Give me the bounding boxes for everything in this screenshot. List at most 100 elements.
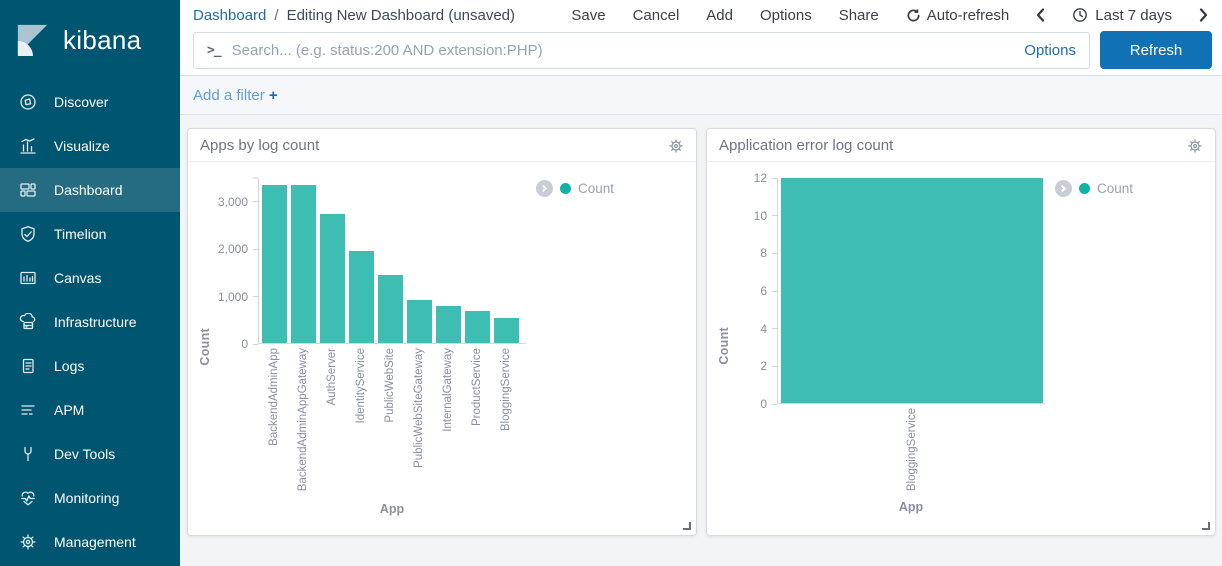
sidebar-item-dashboard[interactable]: Dashboard bbox=[0, 168, 180, 212]
x-axis-label: IdentityService bbox=[355, 348, 367, 423]
panel-title: Apps by log count bbox=[200, 137, 319, 154]
legend-series-label[interactable]: Count bbox=[578, 181, 614, 196]
legend: Count bbox=[536, 180, 614, 197]
bar[interactable] bbox=[320, 214, 345, 343]
search-box: >_ Options bbox=[193, 32, 1090, 69]
time-forward-button[interactable] bbox=[1199, 8, 1208, 22]
sidebar-item-logs[interactable]: Logs bbox=[0, 344, 180, 388]
legend-toggle-icon[interactable] bbox=[1055, 180, 1072, 197]
breadcrumb: Dashboard / Editing New Dashboard (unsav… bbox=[193, 7, 515, 24]
compass-icon bbox=[19, 93, 37, 111]
y-axis-tick: 3,000 bbox=[218, 195, 258, 209]
x-axis-label: BackendAdminAppGateway bbox=[297, 348, 309, 491]
gear-icon[interactable] bbox=[668, 138, 684, 154]
logo-text: kibana bbox=[63, 25, 141, 56]
bar[interactable] bbox=[465, 311, 490, 343]
panel-application-error-log-count: Application error log count Count 024681… bbox=[706, 128, 1216, 536]
bar[interactable] bbox=[291, 185, 316, 343]
time-picker[interactable]: Last 7 days bbox=[1072, 7, 1172, 24]
filter-bar: Add a filter + bbox=[180, 76, 1222, 115]
share-button[interactable]: Share bbox=[839, 7, 879, 24]
y-axis-tick: 12 bbox=[754, 171, 777, 185]
x-axis-title: App bbox=[777, 500, 1045, 514]
time-back-button[interactable] bbox=[1036, 8, 1045, 22]
y-axis-title: Count bbox=[715, 178, 733, 514]
y-axis-tick: 8 bbox=[760, 246, 777, 260]
breadcrumb-dashboard-link[interactable]: Dashboard bbox=[193, 7, 266, 24]
scroll-icon bbox=[19, 357, 37, 375]
save-button[interactable]: Save bbox=[571, 7, 605, 24]
y-axis-tick: 4 bbox=[760, 322, 777, 336]
dashboard-grid-icon bbox=[19, 181, 37, 199]
bar[interactable] bbox=[349, 251, 374, 343]
y-axis-tick: 0 bbox=[241, 337, 258, 351]
sidebar: kibana Discover Visualize Dashboard Time… bbox=[0, 0, 180, 566]
x-axis-labels: BackendAdminApp BackendAdminAppGateway Aut… bbox=[258, 348, 526, 496]
cloud-server-icon bbox=[19, 313, 37, 331]
bar-chart: Count 024681012 BloggingService App Coun… bbox=[707, 178, 1215, 514]
resize-handle[interactable] bbox=[1202, 522, 1210, 530]
options-button[interactable]: Options bbox=[760, 7, 812, 24]
y-axis-tick: 2 bbox=[760, 359, 777, 373]
x-axis-label: BloggingService bbox=[906, 408, 918, 491]
plot-area bbox=[777, 178, 1045, 404]
x-axis-label: BackendAdminApp bbox=[268, 348, 280, 446]
y-axis-tick: 10 bbox=[754, 209, 777, 223]
gear-icon[interactable] bbox=[1187, 138, 1203, 154]
sidebar-item-visualize[interactable]: Visualize bbox=[0, 124, 180, 168]
y-axis-tick: 1,000 bbox=[218, 290, 258, 304]
y-axis: 024681012 bbox=[733, 178, 777, 404]
bar[interactable] bbox=[494, 318, 519, 343]
terminal-prompt-icon: >_ bbox=[207, 43, 221, 58]
breadcrumb-separator: / bbox=[274, 7, 278, 24]
sidebar-item-monitoring[interactable]: Monitoring bbox=[0, 476, 180, 520]
resize-handle[interactable] bbox=[683, 522, 691, 530]
bar[interactable] bbox=[781, 178, 1043, 403]
top-header: Dashboard / Editing New Dashboard (unsav… bbox=[180, 0, 1222, 76]
sidebar-item-management[interactable]: Management bbox=[0, 520, 180, 564]
y-axis-tick bbox=[248, 178, 258, 179]
shield-chart-icon bbox=[19, 225, 37, 243]
auto-refresh-button[interactable]: Auto-refresh bbox=[906, 7, 1010, 24]
search-options-link[interactable]: Options bbox=[1024, 42, 1076, 59]
cancel-button[interactable]: Cancel bbox=[633, 7, 680, 24]
legend-series-label[interactable]: Count bbox=[1097, 181, 1133, 196]
sidebar-item-discover[interactable]: Discover bbox=[0, 80, 180, 124]
sidebar-item-timelion[interactable]: Timelion bbox=[0, 212, 180, 256]
bar[interactable] bbox=[262, 185, 287, 343]
plus-icon: + bbox=[269, 87, 278, 104]
bar[interactable] bbox=[378, 275, 403, 343]
x-axis-label: AuthServer bbox=[326, 348, 338, 406]
legend-toggle-icon[interactable] bbox=[536, 180, 553, 197]
sidebar-item-canvas[interactable]: Canvas bbox=[0, 256, 180, 300]
sidebar-item-apm[interactable]: APM bbox=[0, 388, 180, 432]
x-axis-labels: BloggingService bbox=[777, 408, 1045, 494]
add-filter-link[interactable]: Add a filter + bbox=[193, 87, 278, 104]
search-input[interactable] bbox=[232, 42, 1025, 59]
refresh-button[interactable]: Refresh bbox=[1100, 31, 1212, 69]
bar[interactable] bbox=[436, 306, 461, 343]
bar-chart: Count 01,0002,0003,000 BackendAdminAppBa… bbox=[188, 178, 696, 516]
kibana-logo[interactable]: kibana bbox=[0, 0, 180, 80]
add-button[interactable]: Add bbox=[706, 7, 733, 24]
refresh-cycle-icon bbox=[906, 8, 921, 23]
bar[interactable] bbox=[407, 300, 432, 343]
panel-apps-by-log-count: Apps by log count Count 0 1,000 2,000 3,000… bbox=[187, 128, 697, 536]
x-axis-label: ProductService bbox=[471, 348, 483, 426]
lines-icon bbox=[19, 401, 37, 419]
gear-icon bbox=[19, 533, 37, 551]
panel-title: Application error log count bbox=[719, 137, 893, 154]
sidebar-item-dev-tools[interactable]: Dev Tools bbox=[0, 432, 180, 476]
y-axis-tick: 2,000 bbox=[218, 242, 258, 256]
x-axis-label: InternalGateway bbox=[442, 348, 454, 432]
bar-chart-icon bbox=[19, 137, 37, 155]
y-axis-tick: 0 bbox=[760, 397, 777, 411]
y-axis-title: Count bbox=[196, 178, 214, 516]
legend-series-dot[interactable] bbox=[560, 183, 571, 194]
x-axis-label: BloggingService bbox=[500, 348, 512, 431]
plot-area bbox=[258, 178, 526, 344]
legend-series-dot[interactable] bbox=[1079, 183, 1090, 194]
dashboard-grid: Apps by log count Count 0 1,000 2,000 3,000… bbox=[180, 115, 1222, 566]
sidebar-item-infrastructure[interactable]: Infrastructure bbox=[0, 300, 180, 344]
y-axis: 01,0002,0003,000 bbox=[214, 178, 258, 344]
